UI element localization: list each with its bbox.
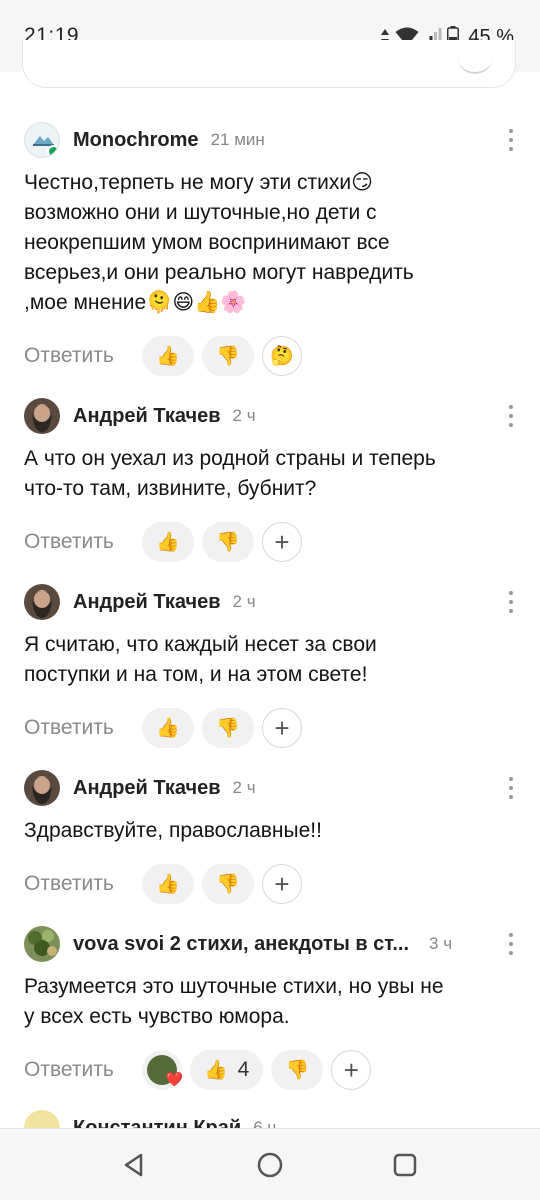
comment-author[interactable]: Константин Край bbox=[73, 1117, 241, 1129]
dislike-button[interactable]: 👎 bbox=[202, 708, 254, 748]
comment-time: 6 ч bbox=[253, 1118, 277, 1128]
avatar[interactable] bbox=[24, 584, 60, 620]
comment-text: Здравствуйте, православные!! bbox=[24, 819, 322, 842]
more-icon[interactable] bbox=[508, 591, 514, 613]
home-icon[interactable] bbox=[254, 1149, 286, 1181]
more-icon[interactable] bbox=[508, 777, 514, 799]
reaction-button[interactable]: 🤔 bbox=[262, 336, 302, 376]
comment-header: Константин Край 6 ч bbox=[24, 1110, 518, 1128]
comment-author[interactable]: Андрей Ткачев bbox=[73, 405, 221, 428]
comment-actions: Ответить 👍 👎 🤔 bbox=[24, 336, 518, 376]
comment-text: Разумеется это шуточные стихи, но увы не… bbox=[24, 975, 444, 1028]
like-button[interactable]: 👍 bbox=[142, 336, 194, 376]
comment-author[interactable]: Андрей Ткачев bbox=[73, 591, 221, 614]
navigation-bar bbox=[0, 1128, 540, 1200]
like-button[interactable]: 👍 bbox=[142, 522, 194, 562]
add-reaction-button[interactable]: + bbox=[262, 864, 302, 904]
avatar[interactable] bbox=[24, 398, 60, 434]
reactors-badge[interactable]: ❤️ bbox=[142, 1050, 183, 1090]
comment-item: Андрей Ткачев 2 ч А что он уехал из родн… bbox=[24, 398, 518, 562]
bearded-man-avatar bbox=[24, 584, 60, 620]
bearded-man-avatar bbox=[24, 770, 60, 806]
dislike-button[interactable]: 👎 bbox=[202, 522, 254, 562]
back-icon[interactable] bbox=[118, 1149, 150, 1181]
like-button[interactable]: 👍 4 bbox=[190, 1050, 264, 1090]
thumbs-up-icon: 👍 bbox=[156, 532, 180, 553]
avatar[interactable] bbox=[24, 926, 60, 962]
more-icon[interactable] bbox=[508, 933, 514, 955]
comment-actions: Ответить 👍 👎 + bbox=[24, 864, 518, 904]
reply-button[interactable]: Ответить bbox=[24, 530, 142, 554]
input-edge-decoration bbox=[457, 54, 493, 74]
comment-header: vova svoi 2 стихи, анекдоты в ст... 3 ч bbox=[24, 926, 518, 962]
comment-header: Monochrome 21 мин bbox=[24, 122, 518, 158]
comment-text: А что он уехал из родной страны и теперь… bbox=[24, 447, 436, 500]
like-count: 4 bbox=[237, 1058, 250, 1081]
comment-time: 2 ч bbox=[232, 406, 256, 425]
thumbs-up-icon: 👍 bbox=[156, 718, 180, 739]
reply-button[interactable]: Ответить bbox=[24, 872, 142, 896]
comment-item: Константин Край 6 ч bbox=[24, 1110, 518, 1128]
thumbs-up-icon: 👍 bbox=[156, 346, 180, 367]
comment-actions: Ответить ❤️ 👍 4 👎 + bbox=[24, 1050, 518, 1090]
add-reaction-button[interactable]: + bbox=[331, 1050, 372, 1090]
heart-icon: ❤️ bbox=[165, 1071, 183, 1087]
dislike-button[interactable]: 👎 bbox=[271, 1050, 324, 1090]
thumbs-up-icon: 👍 bbox=[156, 874, 180, 895]
thumbs-down-icon: 👎 bbox=[216, 532, 240, 553]
reply-button[interactable]: Ответить bbox=[24, 716, 142, 740]
avatar[interactable] bbox=[24, 770, 60, 806]
recents-icon[interactable] bbox=[389, 1149, 421, 1181]
thinking-face-icon: 🤔 bbox=[270, 345, 294, 367]
dislike-button[interactable]: 👎 bbox=[202, 864, 254, 904]
comment-header: Андрей Ткачев 2 ч bbox=[24, 398, 518, 434]
plant-photo-avatar bbox=[24, 926, 60, 962]
thumbs-down-icon: 👎 bbox=[285, 1060, 310, 1081]
yellow-avatar[interactable] bbox=[24, 1110, 60, 1128]
comment-time: 3 ч bbox=[429, 934, 453, 953]
online-indicator bbox=[47, 145, 59, 157]
reactor-avatar: ❤️ bbox=[147, 1055, 183, 1087]
comment-text: Я считаю, что каждый несет за свои посту… bbox=[24, 633, 377, 686]
thumbs-down-icon: 👎 bbox=[216, 718, 240, 739]
thumbs-up-icon: 👍 bbox=[204, 1060, 228, 1081]
comment-time: 2 ч bbox=[232, 778, 256, 797]
comment-input-edge[interactable] bbox=[22, 40, 516, 88]
comment-time: 2 ч bbox=[232, 592, 256, 611]
comment-text: Честно,терпеть не могу эти стихи😏 возмож… bbox=[24, 171, 414, 314]
comment-author[interactable]: Monochrome bbox=[73, 129, 199, 152]
add-reaction-button[interactable]: + bbox=[262, 522, 302, 562]
comment-actions: Ответить 👍 👎 + bbox=[24, 708, 518, 748]
comment-item: Андрей Ткачев 2 ч Здравствуйте, правосла… bbox=[24, 770, 518, 904]
comment-author[interactable]: Андрей Ткачев bbox=[73, 777, 221, 800]
comment-item: Андрей Ткачев 2 ч Я считаю, что каждый н… bbox=[24, 584, 518, 748]
thumbs-down-icon: 👎 bbox=[216, 346, 240, 367]
reply-button[interactable]: Ответить bbox=[24, 1058, 142, 1082]
comment-item: Monochrome 21 мин Честно,терпеть не могу… bbox=[24, 122, 518, 376]
reply-button[interactable]: Ответить bbox=[24, 344, 142, 368]
thumbs-down-icon: 👎 bbox=[216, 874, 240, 895]
comment-actions: Ответить 👍 👎 + bbox=[24, 522, 518, 562]
like-button[interactable]: 👍 bbox=[142, 864, 194, 904]
comment-author[interactable]: vova svoi 2 стихи, анекдоты в ст... bbox=[73, 933, 409, 956]
like-button[interactable]: 👍 bbox=[142, 708, 194, 748]
bearded-man-avatar bbox=[24, 398, 60, 434]
comment-header: Андрей Ткачев 2 ч bbox=[24, 584, 518, 620]
comment-time: 21 мин bbox=[210, 130, 265, 149]
add-reaction-button[interactable]: + bbox=[262, 708, 302, 748]
avatar[interactable] bbox=[24, 122, 60, 158]
dislike-button[interactable]: 👎 bbox=[202, 336, 254, 376]
comment-header: Андрей Ткачев 2 ч bbox=[24, 770, 518, 806]
more-icon[interactable] bbox=[508, 129, 514, 151]
comment-item: vova svoi 2 стихи, анекдоты в ст... 3 ч … bbox=[24, 926, 518, 1090]
more-icon[interactable] bbox=[508, 405, 514, 427]
